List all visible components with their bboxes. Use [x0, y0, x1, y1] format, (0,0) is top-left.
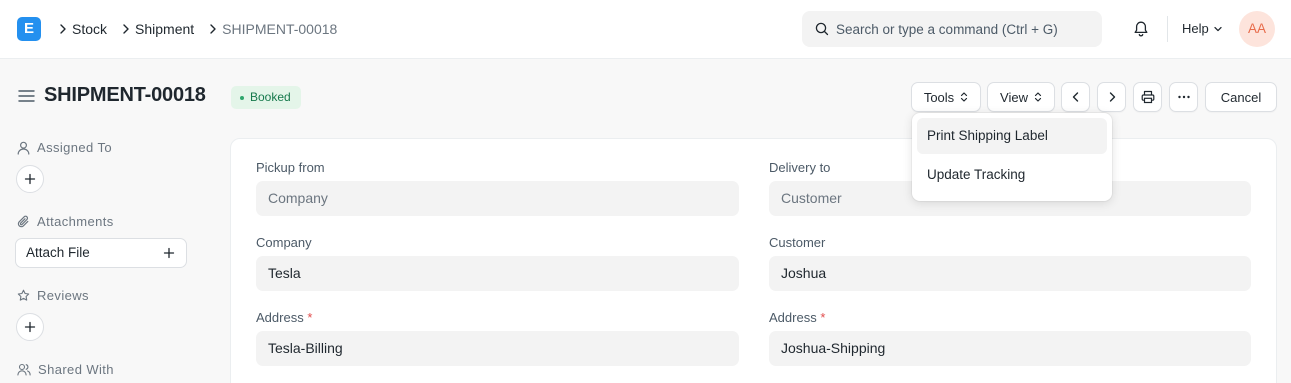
- status-badge: Booked: [231, 86, 301, 109]
- avatar[interactable]: AA: [1239, 11, 1275, 47]
- view-label: View: [1000, 89, 1028, 105]
- tools-button[interactable]: Tools: [911, 82, 981, 112]
- customer-label: Customer: [769, 235, 826, 250]
- breadcrumb-current[interactable]: SHIPMENT-00018: [222, 21, 337, 37]
- attach-file-label: Attach File: [26, 245, 90, 260]
- users-icon: [17, 363, 31, 376]
- company-label: Company: [256, 235, 312, 250]
- required-marker: *: [307, 310, 313, 325]
- shared-with-section: Shared With: [17, 362, 114, 377]
- status-label: Booked: [250, 90, 291, 104]
- delivery-to-label: Delivery to: [769, 160, 831, 175]
- cancel-label: Cancel: [1220, 89, 1262, 105]
- breadcrumb-shipment[interactable]: Shipment: [135, 21, 194, 37]
- menu-item-update-tracking[interactable]: Update Tracking: [917, 157, 1107, 193]
- chevron-right-icon: [123, 24, 129, 34]
- paperclip-icon: [17, 215, 29, 227]
- user-icon: [17, 141, 30, 155]
- pickup-from-label: Pickup from: [256, 160, 325, 175]
- search-input[interactable]: [836, 11, 1096, 47]
- customer-field[interactable]: Joshua: [769, 256, 1251, 291]
- more-options-button[interactable]: [1169, 82, 1198, 112]
- add-assignee-button[interactable]: [16, 165, 44, 193]
- attach-file-button[interactable]: Attach File: [15, 238, 187, 268]
- cancel-button[interactable]: Cancel: [1205, 82, 1277, 112]
- chevron-right-icon: [1109, 92, 1115, 102]
- chevron-right-icon: [210, 24, 216, 34]
- top-navbar: E Stock Shipment SHIPMENT-00018 Help AA: [0, 0, 1291, 59]
- plus-icon: [24, 173, 36, 185]
- delivery-address-label-text: Address: [769, 310, 817, 325]
- navbar-divider: [1167, 16, 1168, 42]
- pickup-address-label: Address *: [256, 310, 312, 325]
- delivery-address-label: Address *: [769, 310, 825, 325]
- menu-item-print-shipping-label[interactable]: Print Shipping Label: [917, 118, 1107, 154]
- app-logo[interactable]: E: [17, 17, 41, 41]
- view-button[interactable]: View: [987, 82, 1055, 112]
- plus-icon: [163, 247, 175, 259]
- chevron-right-icon: [60, 24, 66, 34]
- tools-dropdown-menu: Print Shipping Label Update Tracking: [912, 113, 1112, 201]
- sort-icon: [1034, 92, 1042, 102]
- attachments-label: Attachments: [37, 214, 114, 229]
- pickup-address-field[interactable]: Tesla-Billing: [256, 331, 739, 366]
- star-icon: [17, 289, 30, 301]
- delivery-address-field[interactable]: Joshua-Shipping: [769, 331, 1251, 366]
- reviews-label: Reviews: [37, 288, 89, 303]
- required-marker: *: [820, 310, 826, 325]
- help-label: Help: [1182, 21, 1209, 36]
- assigned-to-label: Assigned To: [37, 140, 112, 155]
- bell-icon[interactable]: [1131, 19, 1151, 39]
- tools-label: Tools: [923, 89, 955, 105]
- more-horizontal-icon: [1177, 95, 1190, 99]
- printer-icon: [1141, 90, 1154, 104]
- hamburger-icon[interactable]: [18, 89, 35, 103]
- company-field[interactable]: Tesla: [256, 256, 739, 291]
- print-button[interactable]: [1133, 82, 1162, 112]
- chevron-left-icon: [1072, 92, 1078, 102]
- status-dot: [240, 95, 244, 100]
- breadcrumb-stock[interactable]: Stock: [72, 21, 107, 37]
- chevron-down-icon: [1214, 26, 1222, 31]
- breadcrumb: Stock Shipment SHIPMENT-00018: [54, 20, 347, 38]
- add-review-button[interactable]: [16, 313, 44, 341]
- help-dropdown[interactable]: Help: [1182, 21, 1223, 36]
- previous-button[interactable]: [1061, 82, 1090, 112]
- pickup-address-label-text: Address: [256, 310, 304, 325]
- pickup-from-select[interactable]: Company: [256, 181, 739, 216]
- attachments-section: Attachments: [17, 214, 114, 229]
- sort-icon: [961, 92, 968, 102]
- next-button[interactable]: [1097, 82, 1126, 112]
- search-icon: [815, 22, 829, 36]
- page-title: SHIPMENT-00018: [44, 84, 206, 106]
- reviews-section: Reviews: [17, 288, 89, 303]
- shared-with-label: Shared With: [38, 362, 114, 377]
- plus-icon: [24, 321, 36, 333]
- search-bar[interactable]: [802, 11, 1102, 47]
- assigned-to-section: Assigned To: [17, 140, 112, 155]
